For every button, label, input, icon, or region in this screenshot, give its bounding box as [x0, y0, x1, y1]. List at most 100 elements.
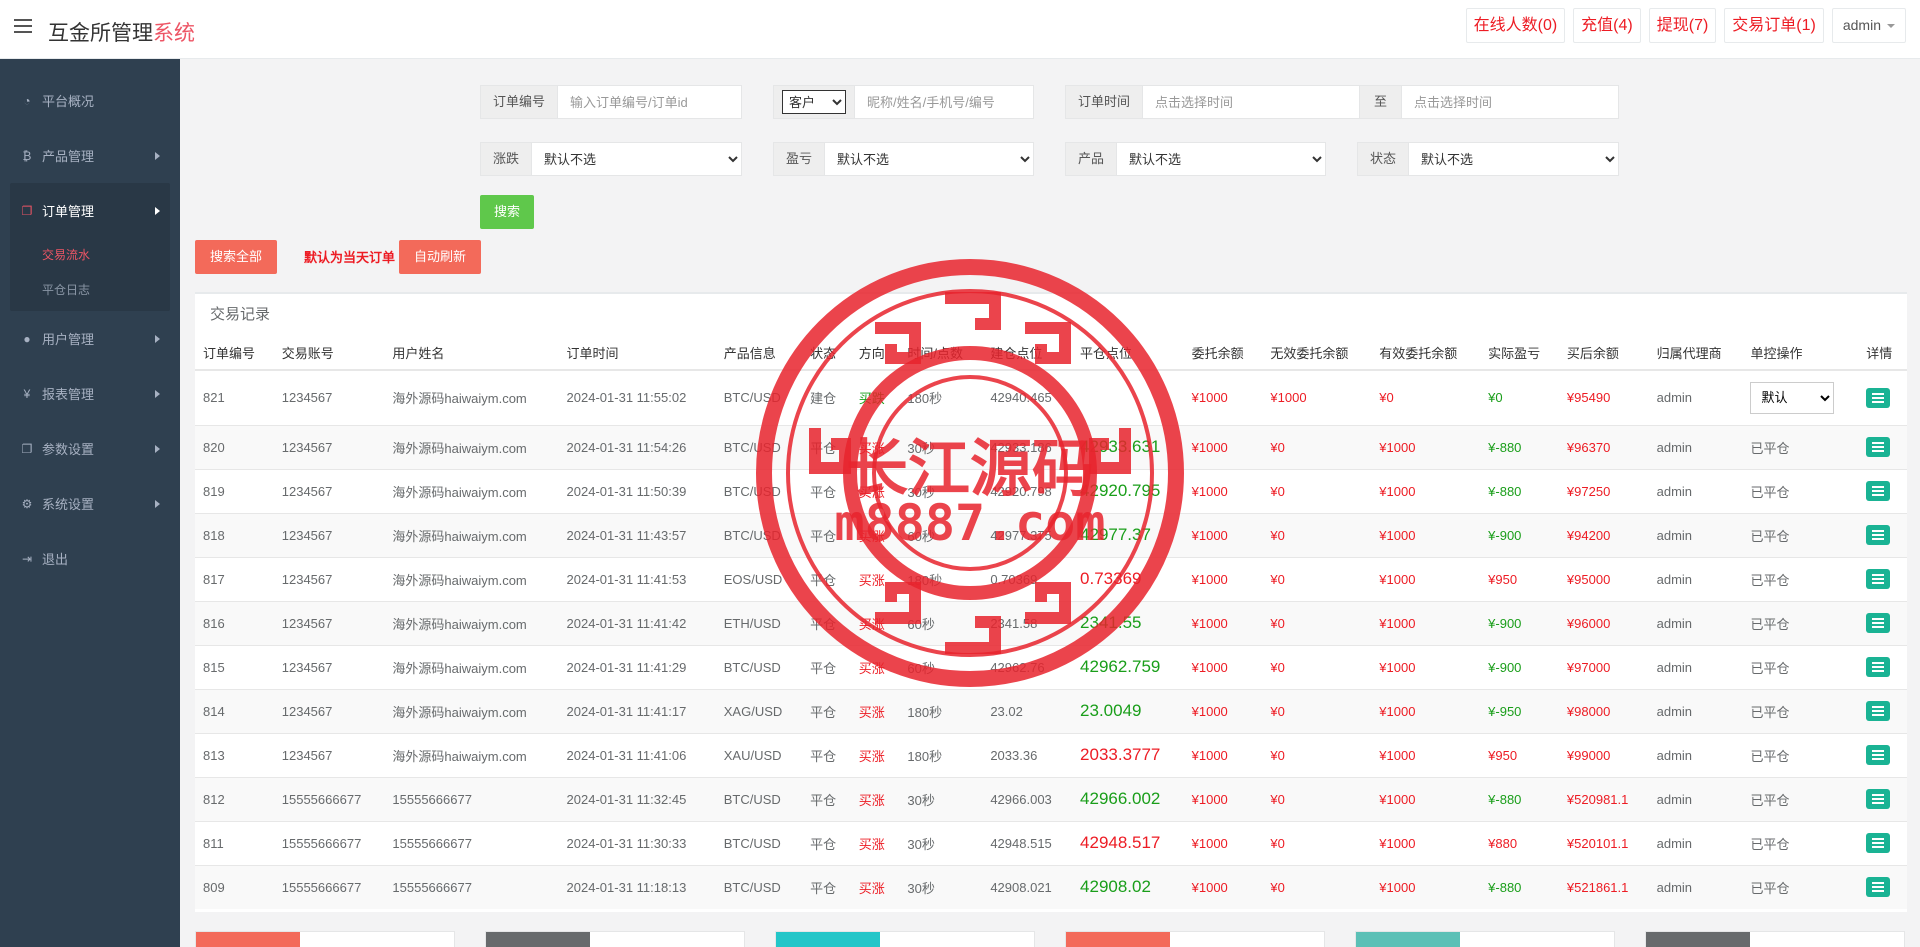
entrust-cell: ¥1000 — [1183, 468, 1263, 513]
to-label: 至 — [1359, 86, 1403, 118]
online-users-button[interactable]: 在线人数(0) — [1465, 8, 1566, 43]
detail-list-icon[interactable] — [1866, 613, 1891, 633]
detail-list-icon[interactable] — [1866, 745, 1891, 765]
customer-type-select[interactable]: 客户 — [782, 90, 846, 114]
direction-cell: 买涨 — [850, 864, 900, 909]
summary-box — [485, 931, 745, 947]
table-row: 816 1234567 海外源码haiwaiym.com 2024-01-31 11:… — [195, 600, 1907, 645]
column-header: 用户姓名 — [384, 336, 559, 371]
detail-list-icon[interactable] — [1866, 701, 1891, 721]
sidebar-item-orders[interactable]: ❐ 订单管理 — [10, 183, 170, 238]
search-button[interactable]: 搜索 — [480, 195, 534, 229]
sidebar-item-params[interactable]: ❐ 参数设置 — [0, 421, 180, 476]
detail-list-icon[interactable] — [1866, 833, 1891, 853]
invalid-entrust-cell: ¥0 — [1262, 468, 1372, 513]
valid-entrust-cell: ¥1000 — [1371, 688, 1481, 733]
sidebar-item-users[interactable]: ● 用户管理 — [0, 311, 180, 366]
sidebar-item-reports[interactable]: ¥ 报表管理 — [0, 366, 180, 421]
user-name-cell: 海外源码haiwaiym.com — [384, 512, 559, 557]
order-id-cell: 818 — [195, 512, 274, 557]
user-name-cell: 海外源码haiwaiym.com — [384, 688, 559, 733]
user-name-cell: 海外源码haiwaiym.com — [384, 556, 559, 601]
detail-list-icon[interactable] — [1866, 387, 1891, 408]
balance-cell: ¥520101.1 — [1558, 820, 1649, 865]
sidebar-subitem-trade-flow[interactable]: 交易流水 — [10, 238, 170, 273]
chevron-right-icon — [155, 445, 160, 453]
pnl-cell: ¥-900 — [1480, 600, 1559, 645]
detail-list-icon[interactable] — [1866, 481, 1891, 501]
search-all-button[interactable]: 搜索全部 — [195, 240, 277, 274]
order-time-cell: 2024-01-31 11:32:45 — [558, 776, 716, 821]
order-id-cell: 817 — [195, 556, 274, 601]
pnl-cell: ¥880 — [1480, 820, 1559, 865]
product-cell: BTC/USD — [715, 864, 803, 909]
order-time-cell: 2024-01-31 11:41:06 — [558, 732, 716, 777]
order-id-cell: 816 — [195, 600, 274, 645]
column-header: 时间/点数 — [899, 336, 983, 371]
account-cell: 1234567 — [273, 424, 385, 469]
menu-toggle-icon[interactable] — [14, 19, 32, 37]
profit-label: 盈亏 — [774, 143, 826, 175]
valid-entrust-cell: ¥1000 — [1371, 424, 1481, 469]
detail-cell — [1858, 864, 1907, 909]
product-select[interactable]: 默认不选 — [1117, 143, 1325, 175]
user-name-cell: 海外源码haiwaiym.com — [384, 600, 559, 645]
order-no-input[interactable] — [558, 86, 741, 118]
open-price-cell: 2033.36 — [982, 732, 1073, 777]
trade-orders-button[interactable]: 交易订单(1) — [1724, 8, 1824, 43]
operation-cell: 已平仓 — [1742, 556, 1859, 601]
close-price-cell: 42948.517 — [1072, 820, 1184, 865]
table-row: 809 15555666677 15555666677 2024-01-31 11:1… — [195, 864, 1907, 909]
detail-list-icon[interactable] — [1866, 525, 1891, 545]
summary-label — [486, 932, 590, 947]
column-header: 交易账号 — [273, 336, 385, 371]
yen-icon: ¥ — [23, 386, 31, 401]
control-select[interactable]: 默认 — [1750, 381, 1835, 414]
invalid-entrust-cell: ¥0 — [1262, 424, 1372, 469]
detail-list-icon[interactable] — [1866, 657, 1891, 677]
user-menu-button[interactable]: admin — [1831, 8, 1906, 43]
entrust-cell: ¥1000 — [1183, 820, 1263, 865]
user-name-cell: 15555666677 — [384, 820, 559, 865]
start-time-input[interactable] — [1143, 86, 1359, 118]
column-header: 有效委托余额 — [1371, 336, 1481, 371]
table-header-row: 订单编号 交易账号 用户姓名 订单时间 产品信息 状态 方向 时间/点数 建仓点位 平仓点位 委托余… — [195, 336, 1907, 371]
column-header: 归属代理商 — [1648, 336, 1743, 371]
summary-value — [880, 932, 892, 947]
status-select[interactable]: 默认不选 — [1409, 143, 1618, 175]
sidebar-subitem-close-log[interactable]: 平仓日志 — [10, 273, 170, 308]
sidebar-item-logout[interactable]: ⇥ 退出 — [0, 531, 180, 586]
detail-list-icon[interactable] — [1866, 437, 1891, 457]
sidebar-item-overview[interactable]: ◔ 平台概况 — [0, 73, 180, 128]
agent-cell: admin — [1648, 864, 1743, 909]
invalid-entrust-cell: ¥0 — [1262, 688, 1372, 733]
profit-select[interactable]: 默认不选 — [825, 143, 1033, 175]
product-cell: BTC/USD — [715, 369, 803, 425]
rise-select[interactable]: 默认不选 — [532, 143, 741, 175]
agent-cell: admin — [1648, 556, 1743, 601]
sidebar-item-products[interactable]: ₿ 产品管理 — [0, 128, 180, 183]
status-cell: 建仓 — [802, 369, 851, 425]
account-cell: 15555666677 — [273, 820, 385, 865]
recharge-button[interactable]: 充值(4) — [1573, 8, 1641, 43]
trade-records-panel: 交易记录 订单编号 交易账号 用户姓名 订单时间 产品信息 状态 方向 时间/点数 建仓点位 平仓… — [195, 292, 1907, 912]
detail-list-icon[interactable] — [1866, 877, 1891, 898]
product-cell: BTC/USD — [715, 468, 803, 513]
entrust-cell: ¥1000 — [1183, 688, 1263, 733]
end-time-input[interactable] — [1402, 86, 1618, 118]
detail-list-icon[interactable] — [1866, 569, 1891, 589]
invalid-entrust-cell: ¥0 — [1262, 732, 1372, 777]
status-label: 状态 — [1358, 143, 1410, 175]
detail-list-icon[interactable] — [1866, 789, 1891, 809]
customer-input[interactable] — [855, 86, 1033, 118]
pnl-cell: ¥-900 — [1480, 512, 1559, 557]
open-price-cell: 42908.021 — [982, 864, 1073, 909]
account-cell: 1234567 — [273, 369, 385, 425]
auto-refresh-button[interactable]: 自动刷新 — [399, 240, 481, 274]
withdraw-button[interactable]: 提现(7) — [1648, 8, 1717, 43]
sidebar-item-system[interactable]: ⚙ 系统设置 — [0, 476, 180, 531]
open-price-cell: 42948.515 — [982, 820, 1073, 865]
column-header: 状态 — [802, 336, 851, 371]
top-header: 互金所管理系统 在线人数(0) 充值(4) 提现(7) 交易订单(1) admi… — [0, 0, 1920, 59]
balance-cell: ¥97000 — [1558, 644, 1649, 689]
